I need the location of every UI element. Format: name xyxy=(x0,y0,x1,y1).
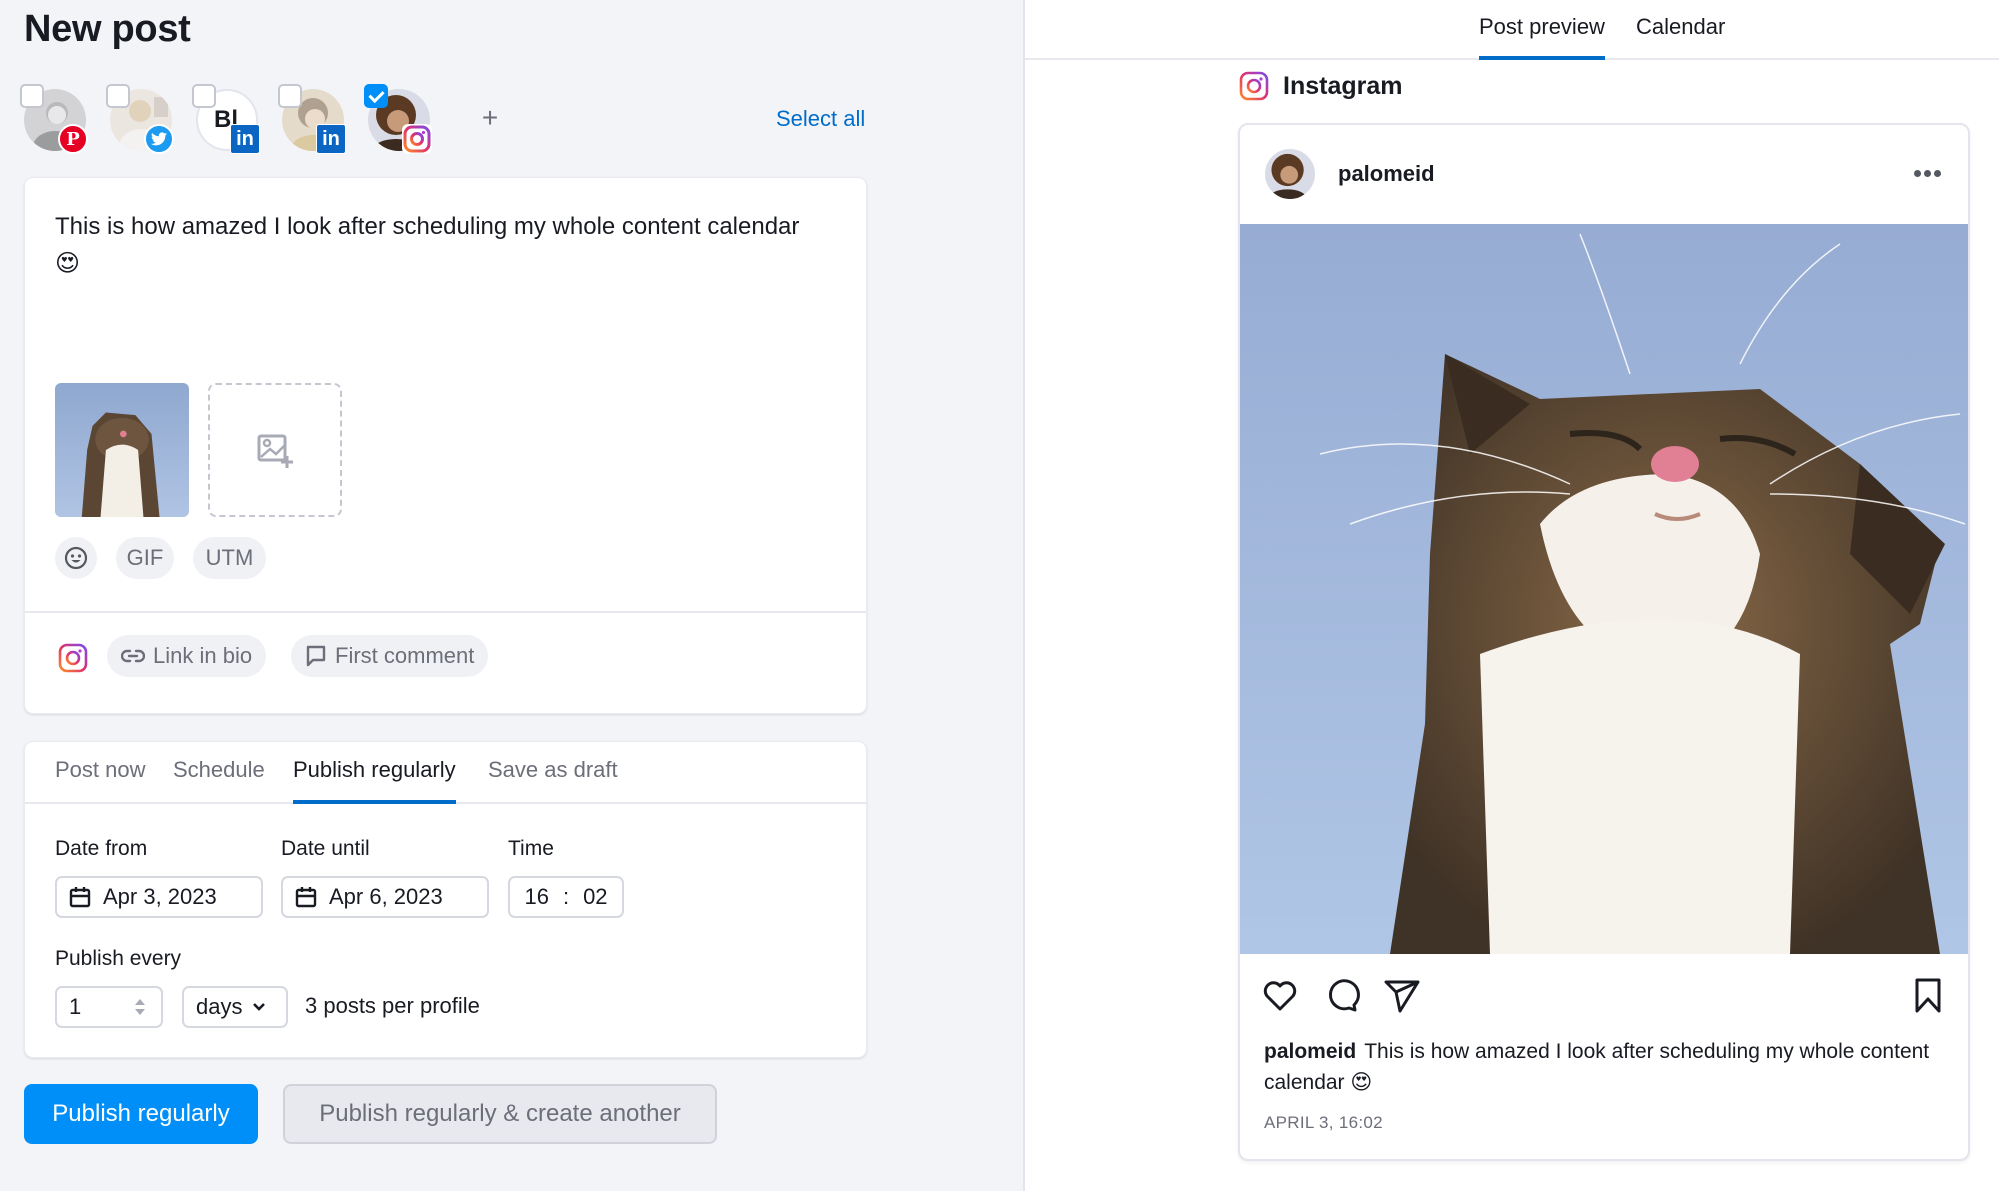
preview-tabs: Post preview Calendar xyxy=(1025,0,1999,60)
preview-panel: Post preview Calendar Instagram palomeid xyxy=(1023,0,1999,1191)
date-from-value: Apr 3, 2023 xyxy=(103,884,217,909)
caption-username: palomeid xyxy=(1264,1040,1357,1063)
comment-icon xyxy=(306,645,326,667)
interval-stepper[interactable]: 1 xyxy=(55,986,163,1028)
date-until-label: Date until xyxy=(281,837,370,860)
publish-and-create-another-button[interactable]: Publish regularly & create another xyxy=(283,1084,717,1144)
tab-publish-regularly[interactable]: Publish regularly xyxy=(293,757,456,804)
gif-button[interactable]: GIF xyxy=(116,537,174,579)
publishing-options-card: Post now Schedule Publish regularly Save… xyxy=(24,741,867,1058)
network-label: Instagram xyxy=(1239,71,1402,101)
link-in-bio-button[interactable]: Link in bio xyxy=(107,635,267,677)
account-checkbox[interactable] xyxy=(20,84,44,108)
utm-button[interactable]: UTM xyxy=(193,537,266,579)
post-actions xyxy=(1240,975,1968,1019)
share-icon[interactable] xyxy=(1382,975,1422,1015)
account-checkbox[interactable] xyxy=(106,84,130,108)
post-date: APRIL 3, 16:02 xyxy=(1264,1113,1383,1132)
instagram-icon xyxy=(1239,71,1269,101)
post-text-input[interactable]: This is how amazed I look after scheduli… xyxy=(55,208,815,282)
tab-calendar[interactable]: Calendar xyxy=(1636,14,1725,60)
date-from-label: Date from xyxy=(55,837,148,860)
post-caption: palomeid This is how amazed I look after … xyxy=(1264,1036,1944,1098)
publish-mode-tabs: Post now Schedule Publish regularly Save… xyxy=(25,742,866,804)
calendar-icon xyxy=(295,887,317,908)
post-editor-card: This is how amazed I look after scheduli… xyxy=(24,177,867,714)
instagram-post-preview: palomeid palomeid This is how amazed I l… xyxy=(1238,123,1970,1161)
first-comment-button[interactable]: First comment xyxy=(291,635,489,677)
add-account-button[interactable]: + xyxy=(475,102,505,134)
account-checkbox[interactable] xyxy=(364,84,388,108)
instagram-icon xyxy=(402,124,432,154)
first-comment-label: First comment xyxy=(335,643,475,668)
link-icon xyxy=(121,649,145,663)
time-minutes[interactable]: 02 xyxy=(583,884,607,910)
publish-every-label: Publish every xyxy=(55,947,182,970)
tab-post-now[interactable]: Post now xyxy=(55,757,146,804)
divider xyxy=(25,611,866,613)
bookmark-icon[interactable] xyxy=(1908,975,1948,1015)
account-linkedin[interactable]: in xyxy=(278,84,358,160)
account-instagram[interactable] xyxy=(364,84,444,160)
account-checkbox[interactable] xyxy=(278,84,302,108)
emoji-button[interactable] xyxy=(55,537,97,579)
link-in-bio-label: Link in bio xyxy=(153,643,253,668)
account-twitter[interactable] xyxy=(106,84,186,160)
post-image xyxy=(1240,224,1968,954)
attached-image-thumbnail[interactable] xyxy=(55,383,189,517)
time-label: Time xyxy=(508,837,554,860)
posts-per-profile: 3 posts per profile xyxy=(305,993,480,1018)
instagram-icon xyxy=(58,643,88,673)
page-title: New post xyxy=(24,8,191,50)
post-editor-panel: New post P Bl in in + Select all This is… xyxy=(0,0,1023,1191)
select-all-link[interactable]: Select all xyxy=(776,106,865,132)
heart-icon[interactable] xyxy=(1260,975,1300,1015)
tab-save-as-draft[interactable]: Save as draft xyxy=(488,757,618,804)
account-pinterest[interactable]: P xyxy=(20,84,100,160)
linkedin-icon: in xyxy=(230,124,260,154)
interval-unit-value: days xyxy=(196,994,243,1019)
account-linkedin-bl[interactable]: Bl in xyxy=(192,84,272,160)
more-options-icon[interactable] xyxy=(1914,165,1944,181)
date-until-input[interactable]: Apr 6, 2023 xyxy=(281,876,489,918)
time-separator: : xyxy=(562,884,570,909)
chevron-down-icon xyxy=(253,1003,266,1011)
tab-post-preview[interactable]: Post preview xyxy=(1479,14,1605,60)
time-hours[interactable]: 16 xyxy=(524,884,548,910)
tab-schedule[interactable]: Schedule xyxy=(173,757,265,804)
account-checkbox[interactable] xyxy=(192,84,216,108)
emoji-icon xyxy=(64,546,88,570)
time-input[interactable]: 16 : 02 xyxy=(508,876,624,918)
comment-icon[interactable] xyxy=(1321,975,1361,1015)
linkedin-icon: in xyxy=(316,124,346,154)
interval-unit-select[interactable]: days xyxy=(182,986,288,1028)
date-from-input[interactable]: Apr 3, 2023 xyxy=(55,876,263,918)
date-until-value: Apr 6, 2023 xyxy=(329,884,443,909)
post-header: palomeid xyxy=(1240,125,1968,224)
caption-text: This is how amazed I look after scheduli… xyxy=(1264,1040,1930,1094)
calendar-icon xyxy=(69,887,91,908)
username: palomeid xyxy=(1338,161,1435,186)
account-selector: P Bl in in + xyxy=(20,84,860,160)
stepper-arrows-icon[interactable] xyxy=(133,997,147,1017)
twitter-icon xyxy=(144,124,174,154)
interval-value: 1 xyxy=(69,994,82,1019)
avatar xyxy=(1265,149,1315,199)
pinterest-icon: P xyxy=(58,124,88,154)
network-name: Instagram xyxy=(1283,71,1403,100)
publish-regularly-button[interactable]: Publish regularly xyxy=(24,1084,258,1144)
add-media-button[interactable] xyxy=(208,383,342,517)
add-image-icon xyxy=(257,434,293,468)
